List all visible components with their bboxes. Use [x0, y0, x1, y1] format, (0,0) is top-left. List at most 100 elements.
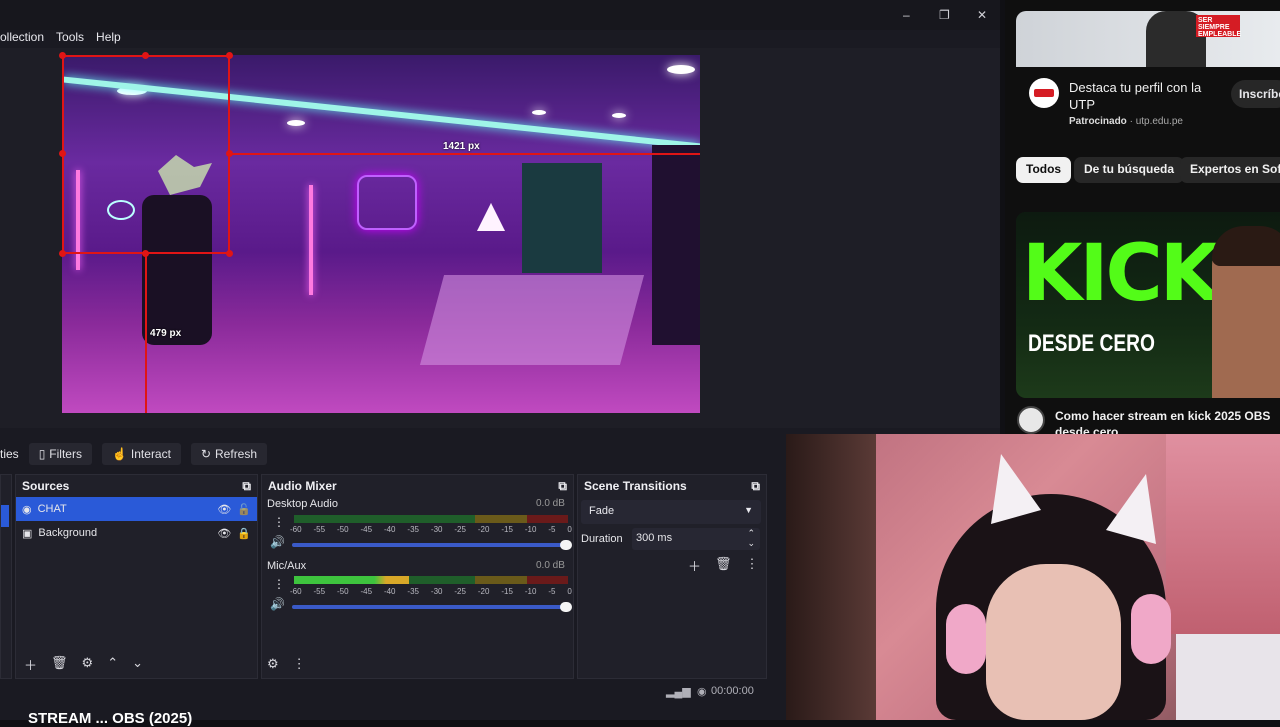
scene-transitions-title: Scene Transitions	[584, 479, 687, 493]
menu-tools[interactable]: Tools	[56, 30, 84, 48]
meter-tick-label: -35	[407, 525, 419, 534]
resize-handle[interactable]	[226, 52, 233, 59]
status-time: 00:00:00	[711, 685, 754, 697]
resize-handle[interactable]	[59, 250, 66, 257]
audio-mixer-title: Audio Mixer	[268, 479, 337, 493]
mic-aux-ticks: -60 -55 -50 -45 -40 -35 -30 -25 -20 -15 -10 -5 0	[290, 587, 572, 596]
meter-tick-label: -60	[290, 587, 302, 596]
sources-dock: Sources ⧉ ◉ CHAT 👁 🔓 ▣ Background 👁 🔒 ＋ …	[15, 474, 258, 679]
meter-tick-label: -45	[360, 525, 373, 534]
meter-tick-label: -5	[548, 525, 556, 534]
add-source-icon[interactable]: ＋	[24, 655, 37, 674]
speaker-icon[interactable]: 🔊	[270, 535, 285, 549]
interact-button[interactable]: ☝ Interact	[101, 443, 181, 465]
source-toolbar: ties ▯ Filters ☝ Interact ↻ Refresh	[0, 440, 770, 468]
kebab-menu-icon[interactable]: ⋮	[273, 577, 285, 591]
meter-tick-label: -10	[524, 525, 537, 534]
resize-handle[interactable]	[59, 150, 66, 157]
signal-icon: ▂▄▆	[666, 686, 691, 698]
mic-aux-meter	[294, 576, 568, 584]
undock-icon[interactable]: ⧉	[751, 479, 760, 494]
advanced-audio-icon[interactable]: ⚙	[267, 656, 279, 672]
meter-tick-label: -30	[430, 587, 443, 596]
meter-tick-label: -15	[501, 525, 513, 534]
meter-tick-label: -60	[290, 525, 302, 534]
undock-icon[interactable]: ⧉	[242, 479, 251, 494]
source-item-background[interactable]: ▣ Background 👁 🔒	[16, 521, 257, 545]
lock-icon[interactable]: 🔒	[237, 527, 251, 540]
desktop-audio-label: Desktop Audio	[267, 498, 338, 510]
banner-text: SER SIEMPRE EMPLEABLE	[1196, 15, 1242, 38]
meter-tick-label: -45	[360, 587, 373, 596]
resize-handle[interactable]	[226, 250, 233, 257]
scenes-dock	[0, 474, 12, 679]
desktop-audio-ticks: -60 -55 -50 -45 -40 -35 -30 -25 -20 -15 -10 -5 0	[290, 525, 572, 534]
meter-tick-label: -5	[548, 587, 556, 596]
meter-tick-label: -40	[383, 587, 396, 596]
maximize-button[interactable]: ❐	[939, 8, 950, 22]
chip-expertos[interactable]: Expertos en Softw	[1180, 157, 1280, 183]
meter-tick-label: 0	[567, 525, 572, 534]
sponsored-label: Patrocinado	[1069, 116, 1127, 127]
thumb-kick-text: KICK	[1022, 229, 1220, 319]
video-thumbnail[interactable]: KICK DESDE CERO	[1016, 212, 1280, 398]
meter-tick-label: -25	[454, 525, 466, 534]
channel-avatar[interactable]	[1017, 406, 1045, 434]
meter-tick-label: -55	[313, 587, 326, 596]
move-down-icon[interactable]: ⌄	[132, 655, 143, 674]
pointer-icon: ☝	[111, 447, 127, 461]
resize-handle[interactable]	[59, 52, 66, 59]
subscribe-button[interactable]: Inscríbe	[1231, 80, 1280, 108]
ad-banner[interactable]: SER SIEMPRE EMPLEABLE	[1016, 11, 1280, 67]
meter-tick-label: -55	[313, 525, 326, 534]
meter-tick-label: -10	[524, 587, 537, 596]
resize-handle[interactable]	[142, 250, 149, 257]
resize-handle[interactable]	[226, 150, 233, 157]
source-bounding-box[interactable]	[62, 55, 230, 254]
chip-de-tu-busqueda[interactable]: De tu búsqueda	[1074, 157, 1185, 183]
gear-icon[interactable]: ⚙	[82, 655, 94, 674]
kebab-menu-icon[interactable]: ⋮	[293, 656, 306, 672]
eye-icon[interactable]: 👁	[217, 527, 231, 540]
youtube-sidebar: SER SIEMPRE EMPLEABLE Destaca tu perfil …	[1005, 0, 1280, 440]
duration-label: Duration	[581, 533, 623, 545]
duration-input[interactable]: 300 ms ⌃ ⌄	[632, 528, 760, 550]
meter-tick-label: -20	[477, 525, 490, 534]
kebab-menu-icon[interactable]: ⋮	[746, 556, 759, 575]
delete-source-icon[interactable]: 🗑	[51, 655, 68, 674]
undock-icon[interactable]: ⧉	[558, 479, 567, 494]
chip-todos[interactable]: Todos	[1016, 157, 1072, 183]
menu-scene-collection[interactable]: ollection	[0, 30, 44, 48]
image-icon: ▣	[22, 527, 33, 540]
properties-button[interactable]: ties	[0, 447, 19, 461]
transition-select[interactable]: Fade ▼	[581, 500, 761, 524]
eye-icon[interactable]: 👁	[217, 503, 231, 516]
close-button[interactable]: ✕	[977, 8, 987, 22]
refresh-button[interactable]: ↻ Refresh	[190, 443, 268, 465]
meter-tick-label: -20	[477, 587, 490, 596]
menu-help[interactable]: Help	[96, 30, 121, 48]
webcam-overlay	[786, 434, 1280, 720]
ad-title[interactable]: Destaca tu perfil con la UTP	[1069, 79, 1229, 113]
speaker-icon[interactable]: 🔊	[270, 597, 285, 611]
mic-aux-db: 0.0 dB	[536, 560, 565, 571]
filters-button[interactable]: ▯ Filters	[28, 443, 92, 465]
minimize-button[interactable]: –	[903, 8, 910, 22]
delete-transition-icon[interactable]: 🗑	[715, 556, 732, 575]
mic-aux-volume-slider[interactable]	[292, 602, 572, 612]
move-up-icon[interactable]: ⌃	[107, 655, 118, 674]
chevron-down-icon: ▼	[744, 505, 753, 515]
browser-icon: ◉	[22, 503, 32, 516]
record-indicator-icon: ◉	[697, 686, 707, 698]
desktop-audio-volume-slider[interactable]	[292, 540, 572, 550]
resize-handle[interactable]	[142, 52, 149, 59]
spinner-icon[interactable]: ⌃ ⌄	[747, 528, 755, 548]
meter-tick-label: -50	[336, 525, 349, 534]
source-item-chat[interactable]: ◉ CHAT 👁 🔓	[16, 497, 257, 521]
guide-vertical	[145, 254, 147, 413]
unlock-icon[interactable]: 🔓	[237, 503, 251, 516]
add-transition-icon[interactable]: ＋	[688, 556, 701, 575]
utp-logo-icon[interactable]	[1029, 78, 1059, 108]
height-measure-label: 479 px	[150, 328, 182, 339]
kebab-menu-icon[interactable]: ⋮	[273, 515, 285, 529]
